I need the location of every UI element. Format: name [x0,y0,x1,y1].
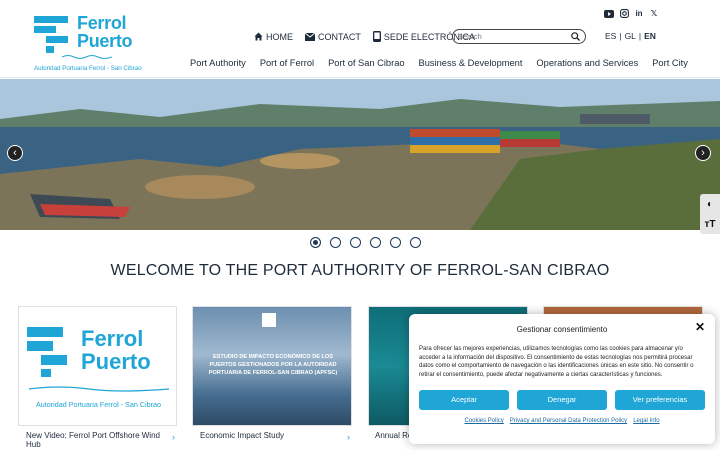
logo-wave-icon [62,55,112,59]
mail-icon [305,32,315,41]
nav-port-authority[interactable]: Port Authority [190,58,246,68]
lang-en[interactable]: EN [644,31,656,41]
legal-info-link[interactable]: Legal Info [633,418,659,424]
chevron-right-icon[interactable]: › [172,432,175,442]
preferences-button[interactable]: Ver preferencias [615,389,705,410]
logo-mark-icon [34,16,68,53]
logo-line2: Puerto [77,31,133,51]
slider-dot[interactable] [410,237,421,248]
slider-dots [310,237,421,248]
card-logo-icon [262,313,276,327]
phone-icon [372,31,381,42]
lang-gl[interactable]: GL [625,31,636,41]
nav-business-development[interactable]: Business & Development [419,58,523,68]
slider-dot[interactable] [310,237,321,248]
logo-subtitle: Autoridad Portuaria Ferrol - San Cibrao [34,65,142,72]
contact-label: CONTACT [318,31,361,42]
social-links: in 𝕏 [604,9,659,18]
text-size-icon[interactable]: ᴛT [704,219,715,230]
accessibility-toolbar: ◐ ᴛT [700,194,720,234]
logo[interactable]: Ferrol Puerto Autoridad Portuaria Ferrol… [32,14,142,76]
search-icon[interactable] [571,32,580,41]
news-card[interactable]: ESTUDIO DE IMPACTO ECONÓMICO DE LOS PUER… [192,306,352,426]
logo-line1: Ferrol [77,13,127,33]
nav-operations-services[interactable]: Operations and Services [536,58,638,68]
slider-dot[interactable] [390,237,401,248]
slider-dot[interactable] [330,237,341,248]
home-link[interactable]: HOME [254,32,293,42]
prev-slide-button[interactable]: ‹ [7,145,23,161]
lang-es[interactable]: ES [605,31,616,41]
card-caption[interactable]: Economic Impact Study [200,431,340,440]
youtube-icon[interactable] [604,9,614,18]
news-card[interactable]: Ferrol Puerto Autoridad Portuaria Ferrol… [18,306,177,426]
close-icon[interactable]: ✕ [695,320,705,334]
nav-port-of-san-cibrao[interactable]: Port of San Cibrao [328,58,404,68]
cookies-policy-link[interactable]: Cookies Policy [464,418,503,424]
welcome-heading: WELCOME TO THE PORT AUTHORITY OF FERROL-… [110,262,610,279]
main-nav: Port Authority Port of Ferrol Port of Sa… [190,58,688,68]
hero-slider-image: ‹ › [0,79,720,230]
nav-port-of-ferrol[interactable]: Port of Ferrol [260,58,314,68]
card-logo-line2: Puerto [81,349,151,374]
logo-text: Ferrol Puerto [77,13,133,51]
instagram-icon[interactable] [619,9,629,18]
home-icon [254,32,263,41]
contact-link[interactable]: CONTACT [305,32,361,42]
language-switcher: ES | GL | EN [605,31,656,41]
privacy-policy-link[interactable]: Privacy and Personal Data Protection Pol… [510,418,627,424]
consent-text: Para ofrecer las mejores experiencias, u… [419,346,694,379]
top-links: HOME CONTACT SEDE ELECTRÓNICA [254,31,475,42]
x-icon[interactable]: 𝕏 [649,9,659,18]
card-logo-text: Ferrol Puerto [81,327,151,373]
chevron-right-icon[interactable]: › [347,432,350,442]
lang-sep: | [619,31,622,41]
card-caption[interactable]: New Video: Ferrol Port Offshore Wind Hub [26,431,166,449]
card-logo-line1: Ferrol [81,326,144,351]
card-logo-subtitle: Autoridad Portuaria Ferrol - San Cibrao [35,400,162,409]
slider-dot[interactable] [370,237,381,248]
cookie-consent-dialog: Gestionar consentimiento ✕ Para ofrecer … [409,314,715,444]
deny-button[interactable]: Denegar [517,389,607,410]
linkedin-icon[interactable]: in [634,9,644,18]
home-label: HOME [266,31,293,42]
port-photo [0,79,720,230]
search-input[interactable]: Search [452,29,586,44]
lang-sep: | [638,31,642,41]
accept-button[interactable]: Aceptar [419,389,509,410]
search-placeholder: Search [458,32,482,41]
consent-title: Gestionar consentimiento [516,325,608,334]
contrast-icon[interactable]: ◐ [707,199,713,210]
nav-port-city[interactable]: Port City [652,58,688,68]
site-header: Ferrol Puerto Autoridad Portuaria Ferrol… [0,0,720,78]
next-slide-button[interactable]: › [695,145,711,161]
study-cover-text: ESTUDIO DE IMPACTO ECONÓMICO DE LOS PUER… [208,354,338,376]
slider-dot[interactable] [350,237,361,248]
